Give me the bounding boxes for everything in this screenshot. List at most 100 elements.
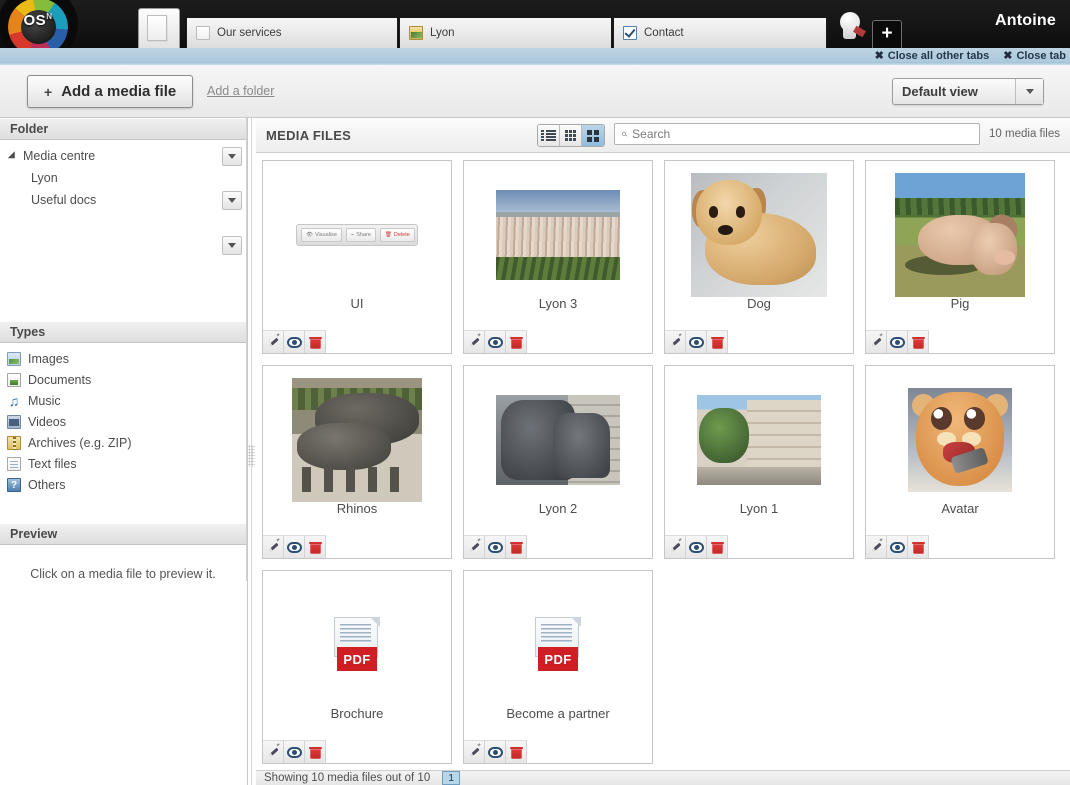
close-tab-button[interactable]: ✖ Close tab [1003,49,1066,63]
edit-icon[interactable] [866,536,887,558]
edit-icon[interactable] [464,331,485,353]
sidebar-type-documents[interactable]: Documents [0,369,246,390]
delete-icon[interactable] [707,331,728,353]
new-tab-button[interactable]: + [872,20,902,48]
view-icon[interactable] [686,331,707,353]
media-card-ui[interactable]: 👁 Visualise ⌁ Share 🗑 Delete UI [262,160,452,354]
thumbnail[interactable]: 👁 Visualise ⌁ Share 🗑 Delete [263,161,451,309]
thumbnail[interactable] [665,161,853,309]
tab-our-services[interactable]: Our services [186,18,398,48]
media-card-name: Lyon 2 [538,501,578,516]
list-view-icon [541,130,556,141]
sidebar-folder-lyon[interactable]: Lyon [0,167,246,210]
view-icon[interactable] [485,536,506,558]
delete-icon[interactable] [707,536,728,558]
thumbnail[interactable]: PDF [464,571,652,719]
media-card-rhinos[interactable]: Rhinos [262,365,452,559]
sidebar-type-images[interactable]: Images [0,348,246,369]
folder-menu-button[interactable] [222,147,242,166]
add-folder-link[interactable]: Add a folder [207,84,274,98]
delete-icon[interactable] [305,741,326,763]
music-icon: ♫ [8,392,20,409]
delete-icon[interactable] [305,331,326,353]
media-grid: 👁 Visualise ⌁ Share 🗑 Delete UI Lyon 3 [256,154,1070,764]
delete-icon[interactable] [506,741,527,763]
pagination-page-1[interactable]: 1 [442,771,461,785]
view-icon[interactable] [887,536,908,558]
preview-panel: Preview Click on a media file to preview… [0,523,247,581]
small-grid-view-button[interactable] [560,125,582,146]
tab-actions-bar: ✖ Close all other tabs ✖ Close tab [0,48,1070,65]
thumbnail[interactable] [464,161,652,309]
sidebar-folder-useful-docs[interactable]: Useful docs [0,189,246,255]
edit-icon[interactable] [464,741,485,763]
thumbnail[interactable]: PDF [263,571,451,719]
view-select[interactable]: Default view [892,78,1044,105]
chevron-down-icon[interactable] [1015,79,1043,104]
media-card-actions [866,330,929,353]
media-count-label: 10 media files [989,128,1060,140]
sidebar-type-videos[interactable]: Videos [0,411,246,432]
media-card-dog[interactable]: Dog [664,160,854,354]
media-card-become-a-partner[interactable]: PDF Become a partner [463,570,653,764]
media-card-avatar[interactable]: Avatar [865,365,1055,559]
delete-icon[interactable] [908,331,929,353]
page-icon [196,26,210,40]
view-icon[interactable] [485,741,506,763]
tab-label: Contact [644,27,684,39]
home-tab[interactable] [138,8,180,48]
edit-icon[interactable] [866,331,887,353]
add-media-file-label: Add a media file [61,83,177,100]
media-card-actions [263,330,326,353]
thumbnail[interactable] [866,161,1054,309]
folder-menu-button[interactable] [222,236,242,255]
search-box[interactable]: ⌕ Search [614,123,980,145]
edit-icon[interactable] [263,331,284,353]
add-media-file-button[interactable]: + Add a media file [27,75,194,108]
media-card-lyon-1[interactable]: Lyon 1 [664,365,854,559]
thumbnail[interactable] [665,366,853,514]
thumbnail[interactable] [464,366,652,514]
delete-icon[interactable] [305,536,326,558]
view-icon[interactable] [686,536,707,558]
edit-icon[interactable] [464,536,485,558]
media-card-pig[interactable]: Pig [865,160,1055,354]
view-icon[interactable] [284,331,305,353]
folder-label: Useful docs [31,193,97,207]
close-all-other-tabs-button[interactable]: ✖ Close all other tabs [875,49,990,63]
edit-icon[interactable] [263,741,284,763]
sidebar-folder-media-centre[interactable]: Media centre [0,145,246,167]
media-card-name: Brochure [330,706,384,721]
view-icon[interactable] [887,331,908,353]
pdf-icon: PDF [334,617,380,673]
delete-icon[interactable] [908,536,929,558]
large-grid-view-button[interactable] [582,125,604,146]
search-icon: ⌕ [619,127,629,140]
delete-icon[interactable] [506,536,527,558]
type-label: Archives (e.g. ZIP) [28,435,132,450]
media-card-lyon-3[interactable]: Lyon 3 [463,160,653,354]
edit-icon[interactable] [665,331,686,353]
view-icon[interactable] [284,536,305,558]
images-icon [7,351,21,366]
media-card-lyon-2[interactable]: Lyon 2 [463,365,653,559]
other-file-icon: ? [7,477,21,492]
app-logo[interactable]: OSN [0,0,78,48]
view-icon[interactable] [485,331,506,353]
edit-icon[interactable] [263,536,284,558]
sidebar-type-music[interactable]: ♫ Music [0,390,246,411]
thumbnail[interactable] [263,366,451,514]
sidebar-type-archives[interactable]: Archives (e.g. ZIP) [0,432,246,453]
view-icon[interactable] [284,741,305,763]
tab-contact[interactable]: Contact [613,18,827,48]
sidebar-type-others[interactable]: ? Others [0,474,246,495]
edit-icon[interactable] [665,536,686,558]
sidebar-resize-handle[interactable] [248,445,255,467]
delete-icon[interactable] [506,331,527,353]
list-view-button[interactable] [538,125,560,146]
tab-lyon[interactable]: Lyon [399,18,612,48]
media-card-brochure[interactable]: PDF Brochure [262,570,452,764]
thumbnail[interactable] [866,366,1054,514]
sidebar-type-text-files[interactable]: Text files [0,453,246,474]
user-name-label[interactable]: Antoine [995,12,1056,30]
